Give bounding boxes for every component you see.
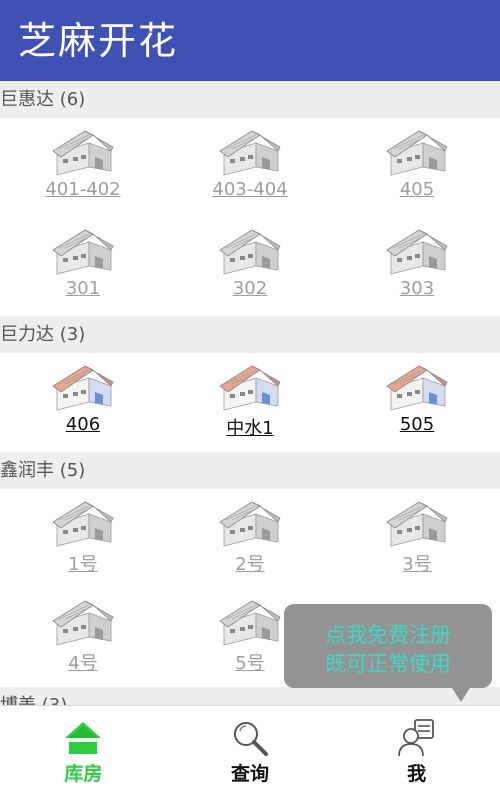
warehouse-item[interactable]: 302 — [166, 217, 334, 316]
tab-search-label: 查询 — [231, 763, 270, 785]
warehouse-label: 403-404 — [212, 179, 288, 200]
warehouse-label: 406 — [65, 414, 101, 435]
section-header: 博美 (3) — [0, 687, 500, 705]
section-header: 巨力达 (3) — [0, 316, 500, 353]
warehouse-item[interactable]: 301 — [0, 217, 166, 316]
warehouse-icon — [219, 229, 281, 275]
tab-warehouse-label: 库房 — [64, 763, 103, 785]
search-icon — [234, 722, 268, 756]
warehouse-icon — [386, 501, 448, 547]
bottom-tab-bar: 库房 查询 我 — [0, 705, 500, 790]
warehouse-icon — [52, 600, 114, 646]
warehouse-item[interactable]: 3号 — [334, 489, 500, 588]
tab-me[interactable]: 我 — [333, 706, 500, 790]
section-header: 巨惠达 (6) — [0, 81, 500, 118]
warehouse-item[interactable]: 4号 — [0, 588, 166, 687]
warehouse-label: 1号 — [68, 554, 98, 575]
warehouse-item[interactable]: 403-404 — [166, 118, 334, 217]
tooltip-line-1: 点我免费注册 — [325, 623, 451, 647]
warehouse-item[interactable]: 405 — [334, 118, 500, 217]
warehouse-icon — [52, 130, 114, 176]
warehouse-item[interactable]: 2号 — [166, 489, 334, 588]
warehouse-label: 302 — [232, 278, 268, 299]
app-header: 芝麻开花 — [0, 0, 500, 81]
app-title: 芝麻开花 — [18, 19, 179, 63]
tooltip-line-2: 既可正常使用 — [325, 652, 451, 676]
warehouse-icon — [219, 501, 281, 547]
warehouse-label: 4号 — [68, 653, 98, 674]
warehouse-icon — [219, 365, 281, 411]
warehouse-grid: 406 中水1 505 — [0, 353, 500, 452]
warehouse-icon — [219, 130, 281, 176]
warehouse-item[interactable]: 406 — [0, 353, 166, 452]
warehouse-item[interactable]: 中水1 — [166, 353, 334, 452]
warehouse-item[interactable]: 1号 — [0, 489, 166, 588]
register-tooltip[interactable]: 点我免费注册 既可正常使用 — [284, 604, 492, 702]
tab-search[interactable]: 查询 — [167, 706, 334, 790]
warehouse-label: 301 — [65, 278, 101, 299]
warehouse-label: 505 — [399, 414, 435, 435]
warehouse-item[interactable]: 401-402 — [0, 118, 166, 217]
warehouse-label: 303 — [399, 278, 435, 299]
warehouse-home-icon — [65, 722, 102, 754]
section-header: 鑫润丰 (5) — [0, 452, 500, 489]
warehouse-icon — [219, 600, 281, 646]
warehouse-icon — [52, 229, 114, 275]
tab-me-label: 我 — [407, 763, 427, 785]
warehouse-icon — [386, 130, 448, 176]
warehouse-item[interactable]: 505 — [334, 353, 500, 452]
warehouse-label: 3号 — [402, 554, 432, 575]
tab-warehouse[interactable]: 库房 — [0, 706, 167, 790]
warehouse-icon — [386, 365, 448, 411]
warehouse-icon — [386, 229, 448, 275]
warehouse-label: 中水1 — [226, 418, 274, 439]
warehouse-icon — [52, 501, 114, 547]
warehouse-item[interactable]: 303 — [334, 217, 500, 316]
warehouse-grid: 401-402 403-404 405 301 302 303 — [0, 118, 500, 316]
warehouse-icon — [52, 365, 114, 411]
warehouse-label: 2号 — [235, 554, 265, 575]
profile-icon — [397, 719, 434, 757]
tooltip-arrow — [452, 688, 470, 702]
warehouse-label: 405 — [399, 179, 435, 200]
warehouse-label: 401-402 — [45, 179, 121, 200]
